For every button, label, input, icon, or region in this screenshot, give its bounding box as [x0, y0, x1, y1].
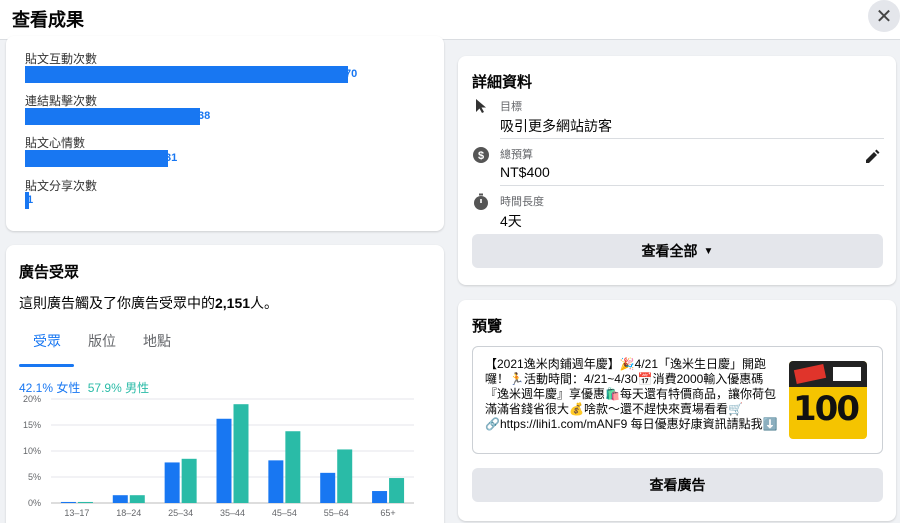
y-tick-label: 20% — [23, 395, 41, 404]
see-all-label: 查看全部 — [641, 243, 698, 259]
bar-male[interactable] — [77, 501, 93, 503]
bar-male[interactable] — [233, 404, 249, 503]
bar-male[interactable] — [389, 478, 405, 503]
audience-title: 廣告受眾 — [19, 264, 80, 281]
bar-male[interactable] — [181, 458, 197, 503]
bar-female[interactable] — [112, 495, 128, 503]
see-all-button[interactable]: 查看全部 ▼ — [472, 234, 883, 268]
goal-row: 目標 吸引更多網站訪客 — [472, 98, 884, 138]
bar-female[interactable] — [164, 462, 180, 503]
reach-prefix: 這則廣告觸及了你廣告受眾中的 — [19, 295, 215, 311]
metric-label: 貼文心情數 — [25, 136, 86, 150]
details-card: 詳細資料 目標 吸引更多網站訪客 $ 總預算 NT$400 時間長度 4天 查看… — [458, 56, 896, 285]
x-tick-label: 25–34 — [168, 508, 193, 518]
reach-suffix: 人。 — [250, 295, 279, 311]
goal-value: 吸引更多網站訪客 — [500, 118, 612, 134]
metric-value: 31 — [165, 152, 178, 164]
tab-placement[interactable]: 版位 — [88, 331, 116, 351]
ad-thumbnail: 100 — [789, 361, 867, 439]
ad-preview[interactable]: 【2021逸米肉鋪週年慶】🎉4/21「逸米生日慶」開跑囉！🏃活動時間：4/21~… — [472, 346, 883, 454]
x-tick-label: 55–64 — [324, 508, 349, 518]
metric-label: 貼文互動次數 — [25, 52, 98, 66]
budget-value: NT$400 — [500, 164, 550, 180]
metric-bar — [25, 150, 168, 167]
ad-text: 【2021逸米肉鋪週年慶】🎉4/21「逸米生日慶」開跑囉！🏃活動時間：4/21~… — [485, 357, 778, 431]
thumbnail-text: 100 — [793, 389, 860, 429]
edit-icon[interactable] — [863, 147, 883, 167]
y-tick-label: 10% — [23, 446, 41, 456]
x-tick-label: 45–54 — [272, 508, 297, 518]
cursor-icon — [472, 98, 490, 116]
duration-value: 4天 — [500, 213, 522, 229]
y-tick-label: 15% — [23, 420, 41, 430]
y-tick-label: 0% — [28, 498, 41, 508]
reach-count: 2,151 — [215, 295, 251, 311]
gender-legend: 42.1% 女性 57.9% 男性 — [19, 379, 149, 396]
preview-card: 預覽 【2021逸米肉鋪週年慶】🎉4/21「逸米生日慶」開跑囉！🏃活動時間：4/… — [458, 300, 896, 521]
metric-value: 70 — [345, 68, 358, 80]
divider — [500, 185, 884, 186]
bar-female[interactable] — [268, 460, 284, 503]
y-tick-label: 5% — [28, 472, 41, 482]
age-gender-chart: 0% 5% 10% 15% 20% 13–17 18–24 25–34 35–44 45–54 55… — [23, 395, 414, 518]
bar-male[interactable] — [285, 431, 301, 503]
x-tick-label: 35–44 — [220, 508, 245, 518]
legend-male: 57.9% 男性 — [87, 381, 150, 395]
bar-female[interactable] — [216, 418, 232, 503]
audience-card: 廣告受眾 這則廣告觸及了你廣告受眾中的2,151人。 受眾 版位 地點 42.1… — [6, 245, 444, 523]
details-title: 詳細資料 — [472, 74, 533, 91]
tab-underline — [19, 364, 74, 367]
tab-location[interactable]: 地點 — [143, 331, 171, 351]
metric-bar — [25, 66, 348, 83]
reach-summary: 這則廣告觸及了你廣告受眾中的2,151人。 — [19, 293, 278, 313]
view-ad-button[interactable]: 查看廣告 — [472, 468, 883, 502]
dialog-title: 查看成果 — [12, 10, 84, 30]
divider — [500, 138, 884, 139]
bar-male[interactable] — [129, 495, 145, 503]
x-tick-label: 18–24 — [116, 508, 141, 518]
metrics-card: 貼文互動次數 70 連結點擊次數 38 貼文心情數 31 貼文分享次數 1 — [6, 36, 444, 231]
svg-text:$: $ — [478, 150, 484, 162]
bar-female[interactable] — [372, 491, 388, 503]
chevron-down-icon: ▼ — [703, 245, 714, 257]
tab-audience[interactable]: 受眾 — [33, 331, 61, 351]
metric-value: 38 — [198, 110, 211, 122]
duration-row: 時間長度 4天 — [472, 193, 884, 233]
bar-male[interactable] — [337, 449, 353, 503]
metric-value: 1 — [27, 194, 34, 206]
metric-bar — [25, 108, 200, 125]
budget-row: $ 總預算 NT$400 — [472, 146, 884, 186]
budget-label: 總預算 — [500, 149, 533, 161]
dollar-icon: $ — [472, 146, 490, 164]
metric-label: 貼文分享次數 — [25, 179, 98, 193]
bar-female[interactable] — [320, 472, 336, 503]
timer-icon — [472, 193, 490, 211]
close-icon[interactable]: ✕ — [868, 0, 900, 32]
bar-female[interactable] — [60, 501, 76, 503]
thumbnail-label — [833, 367, 861, 381]
duration-label: 時間長度 — [500, 196, 544, 208]
goal-label: 目標 — [500, 101, 522, 113]
metric-label: 連結點擊次數 — [25, 94, 98, 108]
legend-female: 42.1% 女性 — [19, 381, 81, 395]
dialog-header: 查看成果 ✕ — [0, 0, 900, 40]
x-tick-label: 13–17 — [64, 508, 89, 518]
preview-title: 預覽 — [472, 318, 503, 335]
x-tick-label: 65+ — [380, 508, 395, 518]
